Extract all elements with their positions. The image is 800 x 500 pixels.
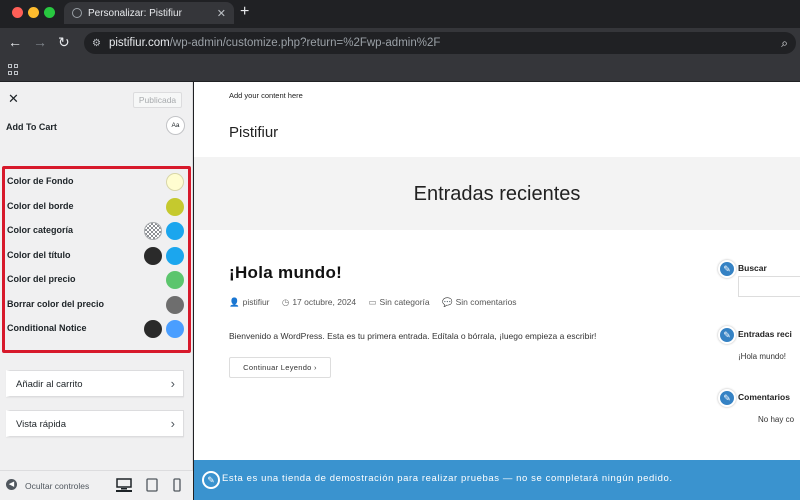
color-row-borde: Color del borde [5, 196, 188, 218]
color-swatch[interactable] [166, 246, 184, 265]
color-swatch-text[interactable] [144, 320, 162, 338]
maximize-window-button[interactable] [44, 7, 55, 18]
color-swatch[interactable] [166, 271, 184, 289]
color-settings-group: Color de Fondo Color del borde Color cat… [2, 166, 191, 353]
chevron-right-icon: › [170, 416, 175, 431]
demo-notice-text: Esta es una tienda de demostración para … [222, 473, 673, 484]
post-comments[interactable]: Sin comentarios [456, 297, 517, 307]
tab-title: Personalizar: Pistifiur [88, 7, 182, 19]
color-swatch[interactable] [166, 320, 184, 338]
mobile-preview-icon[interactable] [171, 478, 187, 492]
section-anadir-al-carrito[interactable]: Añadir al carrito › [6, 370, 184, 397]
section-title: Add To Cart [6, 122, 57, 132]
color-row-titulo: Color del título [5, 245, 188, 267]
browser-toolbar: ← → ↻ ⚙ pistifiur.com/wp-admin/customize… [0, 28, 800, 58]
color-label: Borrar color del precio [7, 298, 105, 309]
widget-title: Comentarios [738, 392, 790, 402]
url-path: /wp-admin/customize.php?return=%2Fwp-adm… [169, 37, 441, 49]
folder-icon: ▭ [368, 297, 377, 307]
address-bar[interactable]: ⚙ pistifiur.com/wp-admin/customize.php?r… [84, 32, 796, 54]
edit-pencil-icon[interactable]: ✎ [202, 471, 220, 489]
color-row-borrar-precio: Borrar color del precio [5, 294, 188, 316]
close-window-button[interactable] [12, 7, 23, 18]
customizer-footer: ◀ Ocultar controles [0, 470, 193, 500]
hero-title: Entradas recientes [413, 183, 581, 205]
close-customizer-icon[interactable]: ✕ [8, 91, 19, 107]
no-comments-text: No hay co [758, 415, 795, 424]
site-favicon-icon [72, 8, 82, 18]
post-date[interactable]: 17 octubre, 2024 [292, 297, 356, 307]
header-top-note: Add your content here [229, 91, 303, 100]
new-tab-button[interactable]: + [240, 4, 249, 20]
hide-controls-button[interactable]: Ocultar controles [25, 481, 89, 491]
site-preview: Add your content here Pistifiur Entradas… [194, 82, 800, 500]
color-swatch[interactable] [166, 222, 184, 240]
close-tab-icon[interactable]: ✕ [217, 7, 226, 20]
bookmarks-bar [0, 58, 800, 82]
post-excerpt: Bienvenido a WordPress. Esta es tu prime… [229, 331, 597, 341]
publish-button[interactable]: Publicada [133, 92, 182, 108]
apps-grid-icon[interactable] [8, 64, 19, 75]
color-row-precio: Color del precio [5, 269, 188, 291]
reload-icon[interactable]: ↻ [58, 34, 70, 50]
color-label: Color de Fondo [7, 176, 74, 186]
color-swatch[interactable] [166, 173, 184, 191]
typography-button[interactable]: Aa [166, 116, 185, 135]
post-category[interactable]: Sin categoría [380, 297, 430, 307]
minimize-window-button[interactable] [28, 7, 39, 18]
clock-icon: ◷ [281, 297, 290, 307]
url-host: pistifiur.com [108, 37, 170, 49]
comment-icon: 💬 [442, 297, 453, 307]
forward-arrow-icon[interactable]: → [33, 34, 47, 50]
chevron-right-icon: › [170, 376, 175, 391]
back-arrow-icon[interactable]: ← [8, 34, 22, 50]
widget-title: Entradas reci [738, 329, 792, 339]
color-label: Color del título [7, 249, 71, 260]
color-row-fondo: Color de Fondo [5, 171, 188, 193]
page-hero: Entradas recientes [194, 157, 800, 230]
color-swatch[interactable] [166, 295, 184, 314]
widget-title: Buscar [738, 263, 767, 273]
color-label: Conditional Notice [7, 323, 87, 333]
color-label: Color del borde [7, 200, 74, 211]
post-title[interactable]: ¡Hola mundo! [229, 263, 342, 283]
site-title[interactable]: Pistifiur [229, 124, 278, 141]
site-settings-icon[interactable]: ⚙ [92, 38, 101, 49]
demo-store-notice: ✎ Esta es una tienda de demostración par… [194, 460, 800, 500]
customizer-header: ✕ Publicada [0, 82, 193, 118]
desktop-preview-icon[interactable] [116, 478, 132, 492]
edit-pencil-icon[interactable]: ✎ [718, 260, 736, 278]
recent-post-link[interactable]: ¡Hola mundo! [738, 352, 786, 361]
browser-tab-bar: Personalizar: Pistifiur ✕ + [0, 0, 800, 28]
browser-tab[interactable]: Personalizar: Pistifiur ✕ [64, 2, 234, 24]
color-swatch-hover[interactable] [144, 246, 162, 265]
author-icon: 👤 [229, 297, 240, 307]
color-row-categoria: Color categoría [5, 220, 188, 242]
customizer-panel: ✕ Publicada Add To Cart Aa Color de Fond… [0, 82, 193, 500]
zoom-icon[interactable]: ⌕ [781, 36, 788, 51]
collapse-arrow-icon[interactable]: ◀ [6, 479, 17, 490]
tablet-preview-icon[interactable] [145, 478, 161, 492]
read-more-button[interactable]: Continuar Leyendo › [229, 357, 331, 378]
color-label: Color categoría [7, 225, 74, 235]
read-more-label: Continuar Leyendo [243, 363, 312, 372]
color-swatch[interactable] [166, 197, 184, 216]
section-vista-rapida[interactable]: Vista rápida › [6, 410, 184, 437]
post-author[interactable]: pistifiur [243, 297, 270, 307]
edit-pencil-icon[interactable]: ✎ [718, 389, 736, 407]
section-label: Vista rápida [16, 419, 66, 430]
edit-pencil-icon[interactable]: ✎ [718, 326, 736, 344]
search-input[interactable] [738, 276, 800, 297]
color-row-conditional-notice: Conditional Notice [5, 318, 188, 340]
transparent-color-swatch[interactable] [144, 222, 162, 240]
post-meta: 👤 pistifiur ◷ 17 octubre, 2024 ▭ Sin catego… [229, 297, 517, 308]
color-label: Color del precio [7, 274, 76, 284]
section-label: Añadir al carrito [16, 379, 83, 390]
